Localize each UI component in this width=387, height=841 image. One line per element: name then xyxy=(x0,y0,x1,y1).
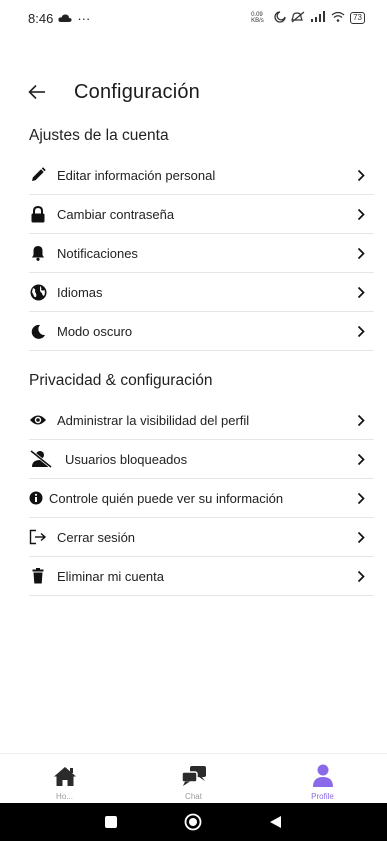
settings-item-notifications[interactable]: Notificaciones xyxy=(29,234,374,273)
settings-item-label: Editar información personal xyxy=(57,167,216,183)
app-header: Configuración xyxy=(0,74,387,110)
trash-icon xyxy=(29,567,47,585)
section-title-privacy: Privacidad & configuración xyxy=(29,372,213,389)
system-navigation-bar xyxy=(0,803,387,841)
nav-item-chat[interactable]: Chat xyxy=(144,754,244,801)
logout-icon xyxy=(29,528,47,546)
settings-item-dark-mode[interactable]: Modo oscuro xyxy=(29,312,374,351)
page-title: Configuración xyxy=(74,80,201,103)
privacy-settings-list: Administrar la visibilidad del perfil Us… xyxy=(29,401,374,596)
battery-indicator: 73 xyxy=(350,12,365,24)
chevron-right-icon xyxy=(356,452,366,466)
back-arrow-icon[interactable] xyxy=(26,81,48,103)
settings-item-label: Notificaciones xyxy=(57,245,138,261)
pencil-icon xyxy=(29,166,47,184)
status-time: 8:46 xyxy=(28,10,54,26)
account-settings-list: Editar información personal Cambiar cont… xyxy=(29,156,374,351)
eye-icon xyxy=(29,411,47,429)
settings-item-edit-personal-info[interactable]: Editar información personal xyxy=(29,156,374,195)
section-title-account: Ajustes de la cuenta xyxy=(29,127,169,144)
nav-label-chat: Chat xyxy=(185,792,202,801)
chevron-right-icon xyxy=(356,491,366,505)
globe-icon xyxy=(29,283,47,301)
status-left: 8:46 ··· xyxy=(28,11,90,26)
alarm-icon xyxy=(274,10,286,26)
settings-item-languages[interactable]: Idiomas xyxy=(29,273,374,312)
settings-item-info-visibility[interactable]: Controle quién puede ver su información xyxy=(29,479,374,518)
nav-item-home[interactable]: Ho... xyxy=(15,754,115,801)
person-icon xyxy=(310,763,336,789)
chevron-right-icon xyxy=(356,324,366,338)
settings-item-label: Cambiar contraseña xyxy=(57,206,175,222)
status-bar: 8:46 ··· 0.09 KB/s 73 xyxy=(0,0,387,36)
settings-item-label: Cerrar sesión xyxy=(57,529,136,545)
chat-bubbles-icon xyxy=(180,763,207,789)
chevron-right-icon xyxy=(356,413,366,427)
net-speed: 0.09 KB/s xyxy=(251,12,264,24)
settings-item-blocked-users[interactable]: Usuarios bloqueados xyxy=(29,440,374,479)
settings-item-profile-visibility[interactable]: Administrar la visibilidad del perfil xyxy=(29,401,374,440)
status-right: 0.09 KB/s 73 xyxy=(251,10,365,26)
status-dots: ··· xyxy=(77,10,91,26)
bottom-navigation: Ho... Chat Profile xyxy=(0,753,387,803)
nav-label-home: Ho... xyxy=(56,792,73,801)
mute-icon xyxy=(291,11,305,26)
back-triangle-icon[interactable] xyxy=(256,807,296,837)
chevron-right-icon xyxy=(356,285,366,299)
info-circle-icon xyxy=(29,489,43,507)
chevron-right-icon xyxy=(356,207,366,221)
home-icon xyxy=(52,763,78,789)
settings-item-label: Controle quién puede ver su información xyxy=(49,490,284,506)
moon-icon xyxy=(29,322,47,340)
settings-item-label: Usuarios bloqueados xyxy=(65,451,188,467)
chevron-right-icon xyxy=(356,530,366,544)
settings-item-logout[interactable]: Cerrar sesión xyxy=(29,518,374,557)
settings-item-change-password[interactable]: Cambiar contraseña xyxy=(29,195,374,234)
signal-icon xyxy=(310,11,326,25)
settings-item-label: Modo oscuro xyxy=(57,323,133,339)
nav-item-profile[interactable]: Profile xyxy=(273,754,373,801)
home-circle-icon[interactable] xyxy=(173,807,213,837)
settings-item-delete-account[interactable]: Eliminar mi cuenta xyxy=(29,557,374,596)
recents-square-icon[interactable] xyxy=(91,807,131,837)
settings-item-label: Idiomas xyxy=(57,284,103,300)
chevron-right-icon xyxy=(356,168,366,182)
cloud-icon xyxy=(58,11,72,26)
chevron-right-icon xyxy=(356,569,366,583)
chevron-right-icon xyxy=(356,246,366,260)
wifi-icon xyxy=(331,11,345,25)
bell-icon xyxy=(29,244,47,262)
user-slash-icon xyxy=(29,450,53,468)
lock-icon xyxy=(29,205,47,223)
nav-label-profile: Profile xyxy=(311,792,334,801)
settings-item-label: Eliminar mi cuenta xyxy=(57,568,164,584)
settings-item-label: Administrar la visibilidad del perfil xyxy=(57,412,250,428)
